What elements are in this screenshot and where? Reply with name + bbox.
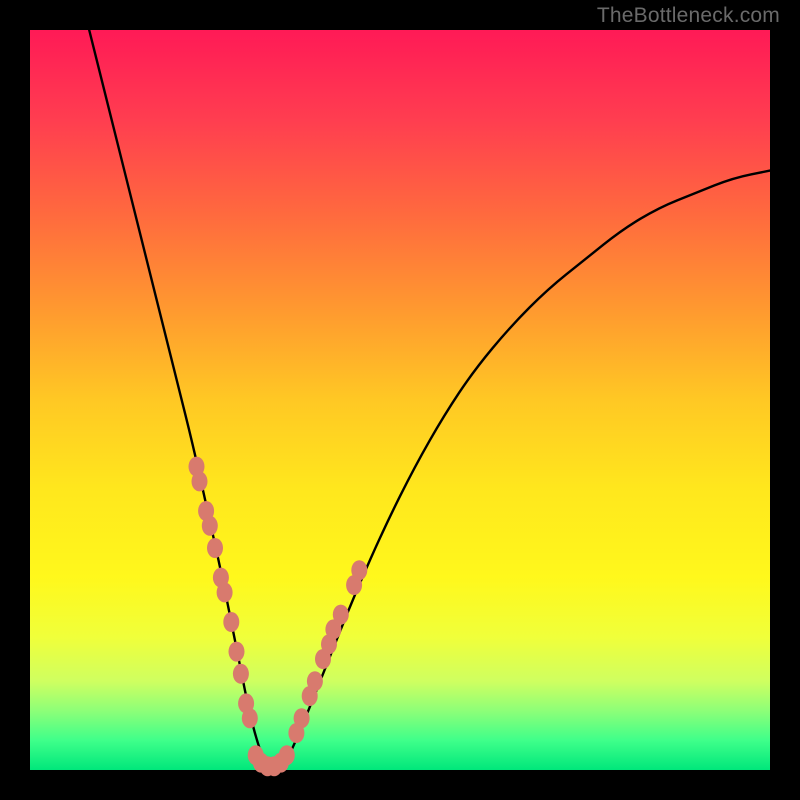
data-marker — [217, 582, 233, 602]
plot-area — [30, 30, 770, 770]
data-marker — [229, 642, 245, 662]
data-marker — [242, 708, 258, 728]
chart-frame: TheBottleneck.com — [0, 0, 800, 800]
data-marker — [279, 745, 295, 765]
data-marker — [202, 516, 218, 536]
data-marker — [294, 708, 310, 728]
data-marker — [207, 538, 223, 558]
data-markers — [189, 457, 368, 777]
watermark-text: TheBottleneck.com — [597, 4, 780, 28]
data-marker — [233, 664, 249, 684]
data-marker — [351, 560, 367, 580]
data-marker — [192, 471, 208, 491]
data-marker — [333, 605, 349, 625]
bottleneck-curve — [89, 30, 770, 770]
chart-svg — [30, 30, 770, 770]
data-marker — [307, 671, 323, 691]
data-marker — [223, 612, 239, 632]
